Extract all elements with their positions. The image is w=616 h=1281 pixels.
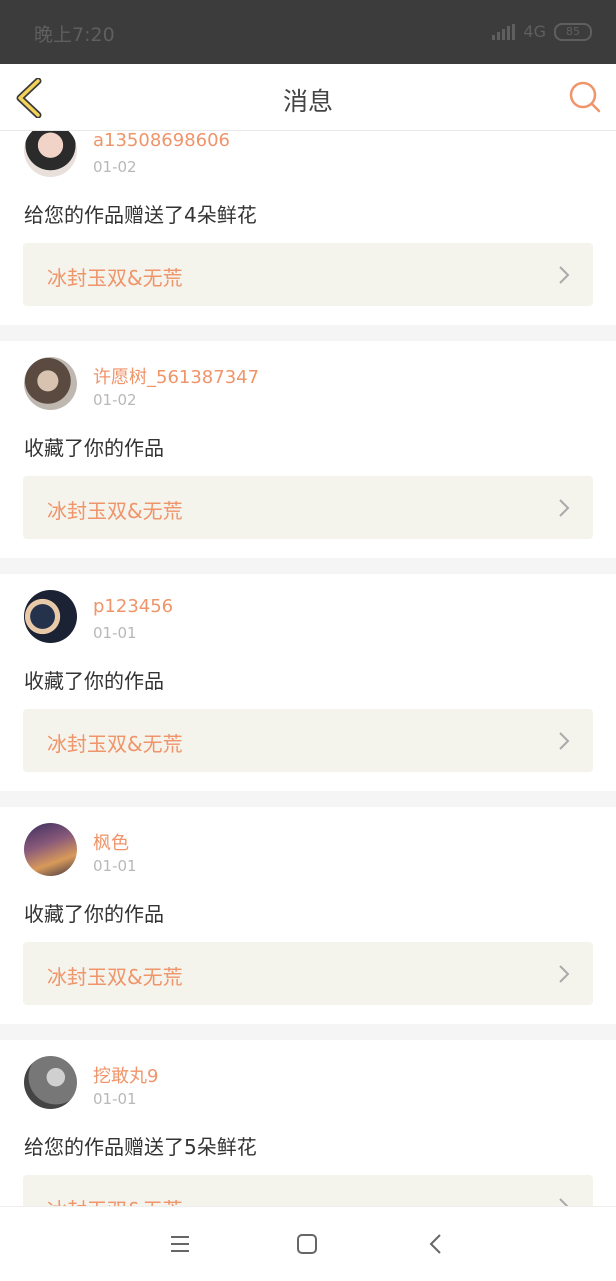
menu-icon[interactable]: [169, 1233, 191, 1255]
system-nav-bar: [0, 1206, 616, 1281]
message-card: 许愿树_561387347 01-02 收藏了你的作品 冰封玉双&无荒: [0, 341, 616, 558]
avatar[interactable]: [24, 357, 77, 410]
message-list-viewport[interactable]: a13508698606 01-02 给您的作品赠送了4朵鲜花 冰封玉双&无荒 …: [0, 131, 616, 1206]
work-link[interactable]: 冰封玉双&无荒: [23, 243, 593, 306]
work-link[interactable]: 冰封玉双&无荒: [23, 709, 593, 772]
chevron-right-icon: [559, 499, 570, 517]
message-action-text: 收藏了你的作品: [24, 436, 164, 460]
status-right: 4G 85: [492, 22, 592, 41]
work-title: 冰封玉双&无荒: [47, 499, 183, 523]
network-label: 4G: [523, 22, 546, 41]
message-date: 01-01: [93, 1090, 137, 1108]
work-link[interactable]: 冰封玉双&无荒: [23, 942, 593, 1005]
search-icon[interactable]: [568, 80, 602, 114]
message-card: 枫色 01-01 收藏了你的作品 冰封玉双&无荒: [0, 807, 616, 1024]
work-title: 冰封玉双&无荒: [47, 1194, 183, 1206]
work-title: 冰封玉双&无荒: [47, 266, 183, 290]
avatar[interactable]: [24, 823, 77, 876]
page-title: 消息: [282, 87, 333, 116]
username-link[interactable]: 许愿树_561387347: [93, 363, 259, 389]
username-link[interactable]: a13508698606: [93, 131, 230, 151]
username-link[interactable]: p123456: [93, 596, 173, 617]
message-action-text: 给您的作品赠送了4朵鲜花: [24, 203, 257, 227]
chevron-right-icon: [559, 1198, 569, 1206]
username-link[interactable]: 枫色: [93, 829, 129, 855]
work-title: 冰封玉双&无荒: [47, 732, 183, 756]
message-card: a13508698606 01-02 给您的作品赠送了4朵鲜花 冰封玉双&无荒: [0, 131, 616, 325]
status-time: 晚上7:20: [34, 24, 115, 46]
home-square-icon[interactable]: [296, 1233, 318, 1255]
message-list: a13508698606 01-02 给您的作品赠送了4朵鲜花 冰封玉双&无荒 …: [0, 131, 616, 1206]
avatar[interactable]: [24, 131, 77, 177]
signal-icon: [492, 23, 516, 40]
avatar[interactable]: [24, 1056, 77, 1109]
battery-icon: 85: [554, 22, 592, 41]
avatar[interactable]: [24, 590, 77, 643]
message-action-text: 收藏了你的作品: [24, 902, 164, 926]
chevron-right-icon: [559, 965, 570, 983]
top-nav-bar: 消息: [0, 64, 616, 131]
message-date: 01-01: [93, 857, 137, 875]
work-title: 冰封玉双&无荒: [47, 965, 183, 989]
work-link[interactable]: 冰封玉双&无荒: [23, 476, 593, 539]
back-icon[interactable]: [425, 1233, 447, 1255]
message-date: 01-02: [93, 158, 137, 176]
message-action-text: 收藏了你的作品: [24, 669, 164, 693]
username-link[interactable]: 挖敢丸9: [93, 1062, 158, 1088]
message-card: 挖敢丸9 01-01 给您的作品赠送了5朵鲜花 冰封玉双&无荒: [0, 1040, 616, 1206]
message-date: 01-01: [93, 624, 137, 642]
work-link[interactable]: 冰封玉双&无荒: [23, 1175, 593, 1206]
status-bar: 晚上7:20 4G 85: [0, 0, 616, 64]
battery-level: 85: [566, 24, 580, 38]
chevron-right-icon: [559, 266, 570, 284]
message-card: p123456 01-01 收藏了你的作品 冰封玉双&无荒: [0, 574, 616, 791]
chevron-right-icon: [559, 732, 570, 750]
message-action-text: 给您的作品赠送了5朵鲜花: [24, 1135, 257, 1159]
message-date: 01-02: [93, 391, 137, 409]
